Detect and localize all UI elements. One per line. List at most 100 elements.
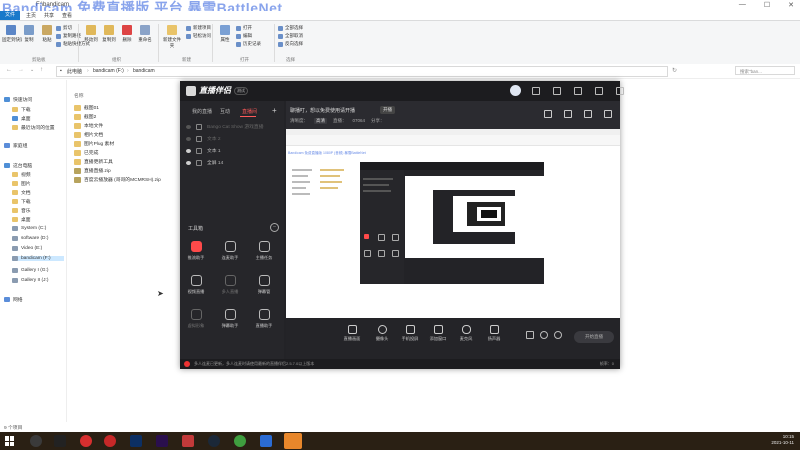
source-item[interactable]: 文本 2 [186, 135, 221, 142]
history-button[interactable]: 历史记录 [236, 41, 261, 47]
cut-button[interactable]: 剪切 [56, 25, 72, 31]
minimize-icon[interactable]: — [739, 1, 746, 9]
nav-item-videos[interactable]: 视频 [12, 171, 31, 178]
nav-drive-g[interactable]: Gallery I (G:) [12, 268, 48, 273]
settings-icon[interactable] [553, 87, 561, 95]
pin-button[interactable]: 固定到快速访问 [2, 25, 22, 43]
source-item[interactable]: Bango Cat Show 游戏直播 [186, 123, 264, 130]
phone-mirror-button[interactable]: 手机投屏 [398, 325, 422, 342]
close-icon[interactable] [616, 87, 624, 95]
netease-music-icon[interactable] [80, 435, 92, 447]
nav-quick-access[interactable]: 快速访问 [4, 96, 32, 103]
select-none-button[interactable]: 全部取消 [278, 33, 303, 39]
copy-button[interactable]: 复制 [20, 25, 38, 43]
delete-button[interactable]: 删除 [118, 25, 136, 43]
layout-icon[interactable] [540, 331, 548, 339]
nav-drive-j[interactable]: Gallery II (J:) [12, 278, 48, 283]
nav-item-desktop[interactable]: 桌面 [12, 115, 31, 122]
search-input[interactable]: 搜索"ban... [735, 66, 795, 75]
windows-start-icon[interactable] [5, 436, 15, 446]
stream-preview[interactable]: Bandicam 免费直播版 1080P (音频) 暴雪BattleNet [286, 129, 620, 318]
back-icon[interactable]: ← [6, 67, 12, 73]
photoshop-icon[interactable] [130, 435, 142, 447]
copy-to-button[interactable]: 复制到 [100, 25, 118, 43]
tab-live-room[interactable]: 直播间 [242, 108, 257, 115]
tool-avatar[interactable]: 虚拟形象 [184, 309, 208, 329]
tab-file[interactable]: 文件 [0, 11, 20, 20]
tool-video-live[interactable]: 视频直播 [184, 275, 208, 295]
up-icon[interactable]: ↑ [40, 67, 43, 73]
invert-selection-button[interactable]: 反向选择 [278, 41, 303, 47]
tool-multi-live[interactable]: 多人直播 [218, 275, 242, 295]
avatar[interactable] [510, 85, 521, 96]
qq-penguin-icon[interactable] [54, 435, 66, 447]
speaker-button[interactable]: 扬声器 [482, 325, 506, 342]
add-source-icon[interactable]: + [272, 106, 277, 115]
nav-this-pc[interactable]: 这台电脑 [4, 162, 32, 169]
file-item[interactable]: 相片文档 [74, 131, 103, 138]
lock-icon[interactable] [196, 147, 202, 154]
rename-button[interactable]: 重命名 [136, 25, 154, 43]
quality-value[interactable]: 高清 [314, 118, 327, 124]
nav-network[interactable]: 网络 [4, 296, 23, 303]
lock-icon[interactable] [196, 123, 202, 130]
nav-homegroup[interactable]: 家庭组 [4, 142, 27, 149]
breadcrumb-folder[interactable]: bandicam [133, 68, 155, 74]
address-field[interactable]: ▪ 此电脑 › bandicam (F:) › bandicam [56, 66, 668, 77]
gift-icon[interactable] [564, 110, 572, 118]
move-to-button[interactable]: 移动到 [82, 25, 100, 43]
bilibili-tv-icon[interactable] [182, 435, 194, 447]
nav-drive-d[interactable]: software (D:) [12, 236, 48, 241]
live-app-taskbar-icon[interactable] [284, 433, 302, 449]
lock-icon[interactable] [196, 135, 202, 142]
refresh-icon[interactable]: ↻ [672, 67, 677, 74]
tab-home[interactable]: 主页 [26, 12, 36, 19]
nav-item-desktop-pc[interactable]: 桌面 [12, 216, 31, 223]
scene-button[interactable]: 直播画面 [340, 325, 364, 342]
eye-icon[interactable] [186, 148, 191, 153]
eye-icon[interactable] [186, 136, 191, 141]
paste-button[interactable]: 粘贴 [38, 25, 56, 43]
open-button[interactable]: 打开 [236, 25, 252, 31]
tool-live-helper[interactable]: 直播助手 [252, 309, 276, 329]
tab-view[interactable]: 查看 [62, 12, 72, 19]
nav-item-recent[interactable]: 最近访问的位置 [12, 124, 55, 131]
tool-mic-link[interactable]: 连麦助手 [218, 241, 242, 261]
file-item[interactable]: 已完成 [74, 149, 98, 156]
edit-button[interactable]: 编辑 [236, 33, 252, 39]
chrome-icon[interactable] [234, 435, 246, 447]
nav-drive-f-selected[interactable]: bandicam (F:) [12, 256, 64, 261]
tool-danmaku[interactable]: 弹幕管 [252, 275, 276, 295]
breadcrumb-drive[interactable]: bandicam (F:) [93, 68, 124, 74]
gear-icon[interactable] [554, 331, 562, 339]
nav-item-documents[interactable]: 文档 [12, 189, 31, 196]
steam-icon[interactable] [208, 435, 220, 447]
new-item-button[interactable]: 新建项目 [186, 25, 211, 31]
messenger-icon[interactable] [260, 435, 272, 447]
easy-access-button[interactable]: 轻松访问 [186, 33, 211, 39]
system-clock[interactable]: 10:15 2021-10-11 [771, 434, 794, 446]
search-icon[interactable] [30, 435, 42, 447]
breadcrumb-root[interactable]: 此电脑 [67, 68, 82, 75]
file-item[interactable]: 本地文件 [74, 122, 103, 129]
tab-share[interactable]: 共享 [44, 12, 54, 19]
menu-icon[interactable] [574, 87, 582, 95]
lock-icon[interactable] [196, 159, 202, 166]
start-live-button[interactable]: 开始直播 [574, 331, 614, 343]
close-icon[interactable]: ✕ [788, 1, 794, 9]
eye-icon[interactable] [186, 124, 191, 129]
forward-icon[interactable]: → [18, 67, 24, 73]
tab-my-live[interactable]: 我的直播 [192, 108, 212, 115]
file-item[interactable]: 百度云播放器 (哥哥的MCMRSH).zip [74, 176, 161, 183]
microphone-button[interactable]: 麦克风 [454, 325, 478, 342]
source-item[interactable]: 全屏 14 [186, 159, 223, 166]
properties-button[interactable]: 属性 [216, 25, 234, 43]
minimize-icon[interactable] [595, 87, 603, 95]
recent-dropdown-icon[interactable]: ⌄ [30, 67, 34, 73]
camera-button[interactable]: 摄像头 [370, 325, 394, 342]
file-item[interactable]: 图片Plug 素材 [74, 140, 114, 147]
tool-danmaku-helper[interactable]: 弹幕助手 [218, 309, 242, 329]
file-item[interactable]: 截图2 [74, 113, 96, 120]
share-icon[interactable] [604, 110, 612, 118]
tool-tasks[interactable]: 主播任务 [252, 241, 276, 261]
